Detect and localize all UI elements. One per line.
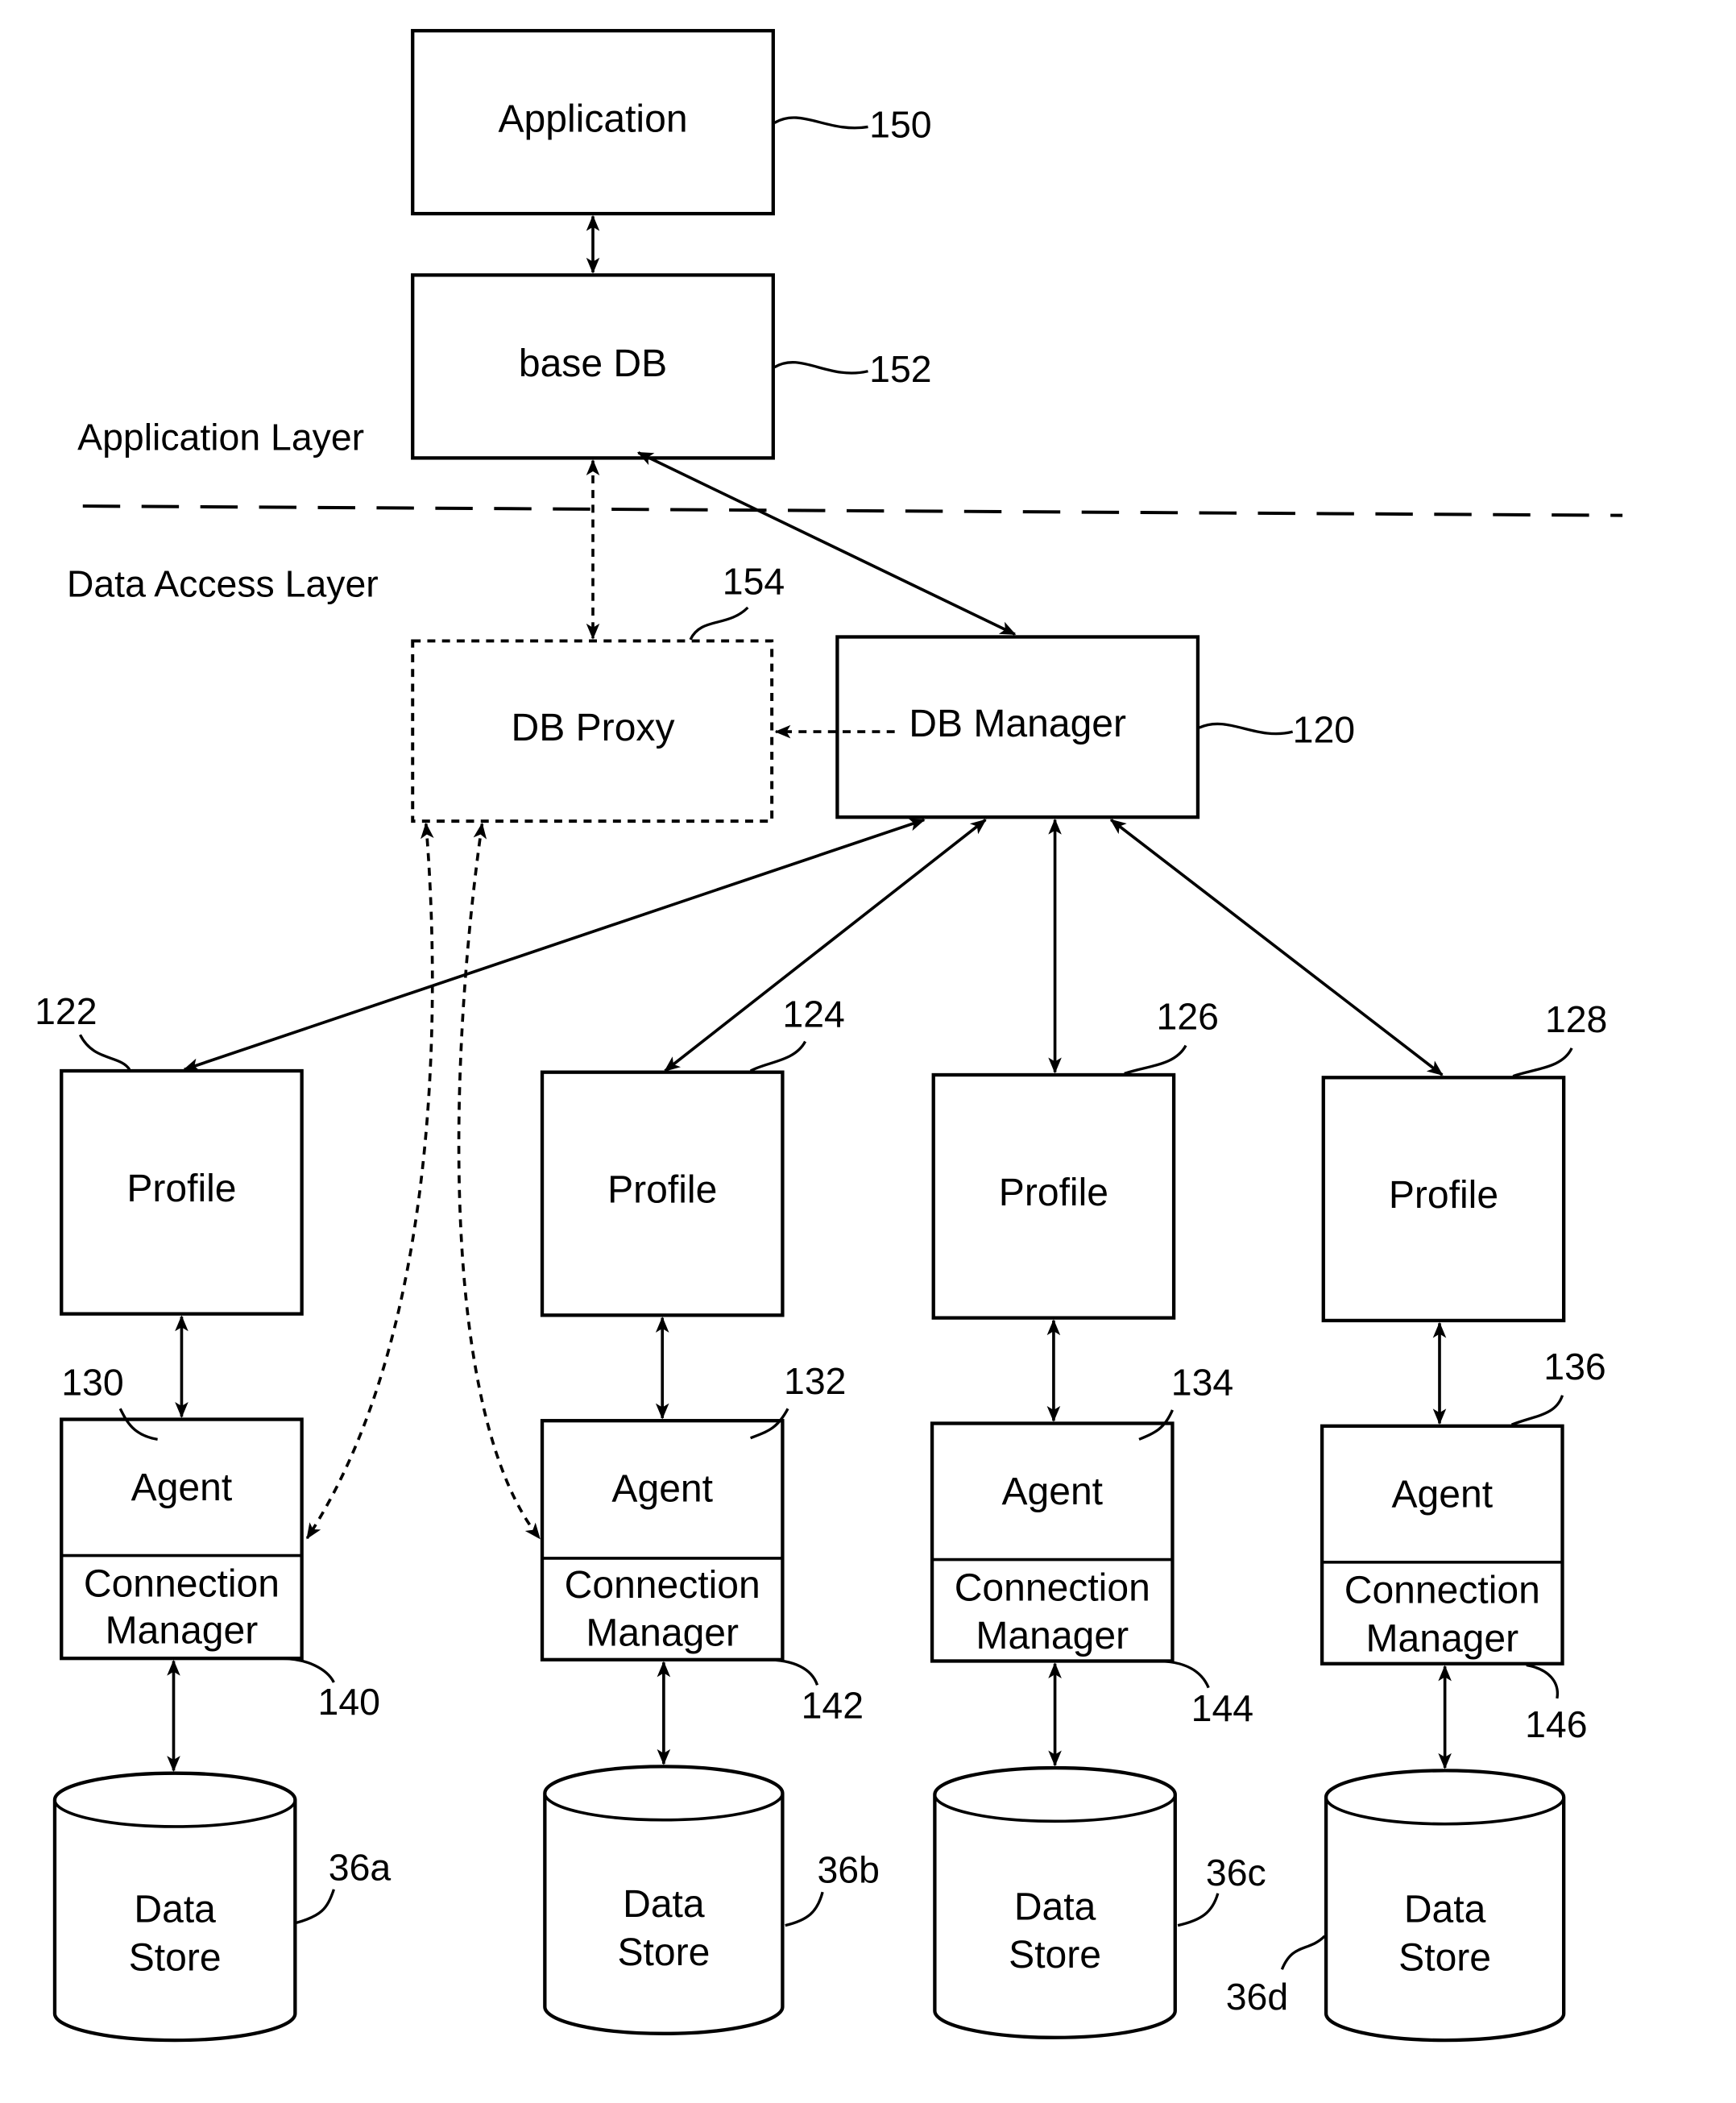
ref-144: 144 <box>1191 1687 1253 1729</box>
connection-manager-line1: Connection <box>1344 1569 1540 1612</box>
data-store[interactable]: Data Store <box>933 1765 1177 2039</box>
agent-label: Agent <box>131 1466 233 1509</box>
data-access-layer-label: Data Access Layer <box>67 563 379 605</box>
ref-130: 130 <box>61 1362 123 1404</box>
application-node[interactable]: Application <box>411 28 775 216</box>
ref-132: 132 <box>784 1360 846 1402</box>
db-proxy-label: DB Proxy <box>512 706 675 749</box>
data-store-line2: Store <box>1009 1933 1101 1976</box>
architecture-diagram: Application Layer Data Access Layer Appl… <box>35 28 1623 2043</box>
ref-36d: 36d <box>1226 1976 1288 2018</box>
application-label: Application <box>498 97 687 141</box>
ref-140: 140 <box>318 1681 380 1723</box>
profile-node[interactable]: Profile <box>540 1070 785 1317</box>
column-4: Profile 128 Agent Connection Manager 136… <box>1226 998 1607 2043</box>
data-store[interactable]: Data Store <box>52 1771 297 2043</box>
data-store-line2: Store <box>617 1931 710 1974</box>
ref-154: 154 <box>723 560 785 602</box>
profile-label: Profile <box>1389 1173 1498 1217</box>
data-store[interactable]: Data Store <box>543 1765 785 2035</box>
ref-146: 146 <box>1525 1703 1587 1745</box>
connection-manager-line2: Manager <box>106 1608 259 1652</box>
ref-36b: 36b <box>818 1849 880 1891</box>
data-store-line1: Data <box>134 1888 216 1931</box>
profile-node[interactable]: Profile <box>1321 1076 1566 1323</box>
ref-150: 150 <box>869 104 931 146</box>
ref-126: 126 <box>1157 996 1219 1038</box>
agent-node[interactable]: Agent Connection Manager <box>60 1417 304 1661</box>
profile-label: Profile <box>126 1167 236 1210</box>
data-store[interactable]: Data Store <box>1324 1769 1566 2043</box>
ref-134: 134 <box>1171 1362 1233 1404</box>
ref-124: 124 <box>782 993 844 1035</box>
connection-manager-line1: Connection <box>565 1563 760 1607</box>
profile-label: Profile <box>999 1171 1108 1214</box>
db-manager-node[interactable]: DB Manager <box>835 635 1200 819</box>
data-store-line1: Data <box>1404 1888 1486 1931</box>
base-db-label: base DB <box>519 342 667 385</box>
basedb-dbmanager-arrow <box>636 451 1017 636</box>
column-2: Profile 124 Agent Connection Manager 132… <box>540 993 880 2035</box>
ref-120: 120 <box>1293 708 1355 750</box>
data-store-line1: Data <box>623 1882 705 1926</box>
profile-node[interactable]: Profile <box>931 1072 1176 1320</box>
ref-136: 136 <box>1543 1346 1605 1387</box>
ref-122: 122 <box>35 990 97 1032</box>
data-store-line2: Store <box>129 1935 222 1979</box>
agent-label: Agent <box>611 1467 713 1511</box>
ref-142: 142 <box>802 1685 864 1727</box>
agent-node[interactable]: Agent Connection Manager <box>1320 1424 1564 1665</box>
ref-128: 128 <box>1545 998 1607 1040</box>
agent-node[interactable]: Agent Connection Manager <box>930 1421 1175 1663</box>
ref-152: 152 <box>869 348 931 390</box>
profile-label: Profile <box>607 1168 717 1212</box>
agent-label: Agent <box>1392 1472 1494 1516</box>
connection-manager-line2: Manager <box>586 1611 739 1655</box>
ref-36c: 36c <box>1206 1852 1266 1894</box>
db-manager-label: DB Manager <box>909 702 1126 745</box>
connection-manager-line2: Manager <box>976 1614 1129 1657</box>
data-store-line1: Data <box>1014 1885 1096 1928</box>
column-3: Profile 126 Agent Connection Manager 134… <box>930 996 1266 2039</box>
data-store-line2: Store <box>1398 1935 1491 1979</box>
agent-node[interactable]: Agent Connection Manager <box>540 1419 785 1661</box>
proxy-agent-130-dashed-arrow <box>305 822 434 1540</box>
layer-divider <box>82 504 1623 517</box>
agent-label: Agent <box>1001 1470 1103 1513</box>
connection-manager-line1: Connection <box>955 1566 1150 1609</box>
ref-36a: 36a <box>329 1846 392 1888</box>
profile-node[interactable]: Profile <box>60 1068 304 1316</box>
proxy-agent-132-dashed-arrow <box>457 822 541 1540</box>
connection-manager-line1: Connection <box>84 1562 280 1605</box>
db-proxy-node[interactable]: DB Proxy <box>411 639 774 823</box>
column-1: Profile 122 Agent Connection Manager 130… <box>35 990 392 2043</box>
connection-manager-line2: Manager <box>1365 1616 1518 1660</box>
base-db-node[interactable]: base DB <box>411 273 775 460</box>
application-layer-label: Application Layer <box>77 416 364 458</box>
